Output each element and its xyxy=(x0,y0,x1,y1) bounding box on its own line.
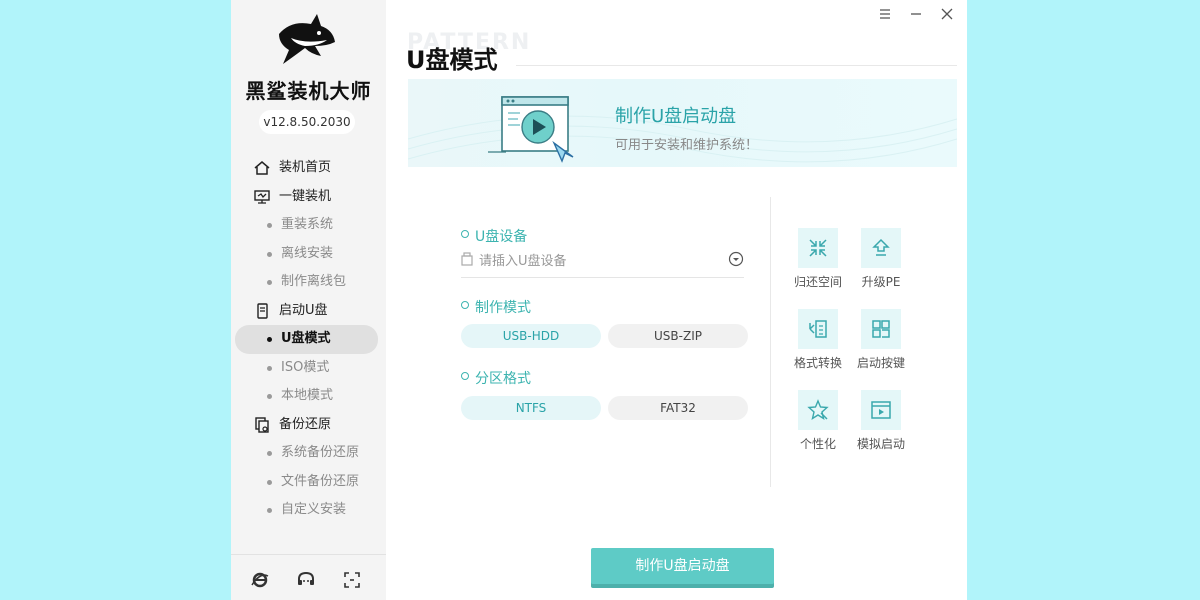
tool-label: 格式转换 xyxy=(793,356,842,370)
minimize-icon[interactable] xyxy=(906,4,926,24)
personalize-icon xyxy=(807,399,829,421)
sidebar-item-reinstall-system[interactable]: 重装系统 xyxy=(231,211,386,240)
chevron-down-icon[interactable] xyxy=(728,251,744,267)
usb-small-icon xyxy=(461,252,473,266)
tool-boot-key[interactable]: 启动按键 xyxy=(845,309,915,379)
sidebar-item-custom-install[interactable]: 自定义安装 xyxy=(231,496,386,525)
sidebar-item-file-backup[interactable]: 文件备份还原 xyxy=(231,468,386,497)
tool-personalize[interactable]: 个性化 xyxy=(782,390,852,460)
sidebar-item-boot-usb[interactable]: 启动U盘 xyxy=(231,297,386,326)
sidebar-item-system-backup[interactable]: 系统备份还原 xyxy=(231,439,386,468)
tool-reclaim-space[interactable]: 归还空间 xyxy=(782,228,852,298)
banner-subtitle: 可用于安装和维护系统！ xyxy=(615,138,759,153)
simulate-boot-icon xyxy=(871,401,891,419)
boot-key-icon xyxy=(872,320,890,338)
page-title: U盘模式 xyxy=(406,46,498,74)
sidebar-item-label: 启动U盘 xyxy=(279,302,328,318)
usb-drive-icon xyxy=(257,302,268,319)
upgrade-arrow-icon xyxy=(872,238,890,256)
tool-simulate-boot[interactable]: 模拟启动 xyxy=(845,390,915,460)
app-window: 黑鲨装机大师 v12.8.50.2030 装机首页 一键装机 重装系统 离线安装… xyxy=(231,0,967,600)
sidebar: 黑鲨装机大师 v12.8.50.2030 装机首页 一键装机 重装系统 离线安装… xyxy=(231,0,386,600)
shark-logo-icon xyxy=(279,14,335,64)
sidebar-item-offline-install[interactable]: 离线安装 xyxy=(231,240,386,269)
sidebar-item-label: 一键装机 xyxy=(279,188,332,204)
backup-icon xyxy=(255,416,269,433)
banner: 制作U盘启动盘 可用于安装和维护系统！ xyxy=(408,79,957,167)
menu-icon[interactable] xyxy=(875,4,895,24)
sidebar-item-label: 装机首页 xyxy=(279,160,332,175)
usb-device-label: U盘设备 xyxy=(461,226,527,246)
brand-name: 黑鲨装机大师 xyxy=(245,79,372,103)
banner-title: 制作U盘启动盘 xyxy=(615,106,737,127)
tool-upgrade-pe[interactable]: 升级PE xyxy=(845,228,915,298)
fullscreen-icon[interactable] xyxy=(342,570,362,590)
tools-divider xyxy=(770,197,771,487)
tool-label: 启动按键 xyxy=(856,356,905,370)
sidebar-item-iso-mode[interactable]: ISO模式 xyxy=(231,354,386,383)
sidebar-item-local-mode[interactable]: 本地模式 xyxy=(231,382,386,411)
tool-format-convert[interactable]: 格式转换 xyxy=(782,309,852,379)
sidebar-footer xyxy=(231,568,386,592)
tool-label: 个性化 xyxy=(799,437,836,451)
tool-label: 模拟启动 xyxy=(856,437,905,451)
window-controls xyxy=(869,4,957,24)
sidebar-item-backup-restore[interactable]: 备份还原 xyxy=(231,411,386,440)
partition-fat32-button[interactable]: FAT32 xyxy=(608,396,748,420)
sidebar-item-usb-mode[interactable]: U盘模式 xyxy=(235,325,378,354)
mode-usb-zip-button[interactable]: USB-ZIP xyxy=(608,324,748,348)
sidebar-nav: 装机首页 一键装机 重装系统 离线安装 制作离线包 启动U盘 U盘模式 ISO模… xyxy=(231,154,386,525)
make-mode-label: 制作模式 xyxy=(461,297,531,317)
format-convert-icon xyxy=(809,320,827,338)
version-badge: v12.8.50.2030 xyxy=(259,110,355,134)
customer-service-icon[interactable] xyxy=(296,570,316,590)
sidebar-item-home[interactable]: 装机首页 xyxy=(231,154,386,183)
partition-format-label: 分区格式 xyxy=(461,368,531,388)
home-icon xyxy=(254,161,270,175)
monitor-icon xyxy=(254,189,270,204)
video-player-icon xyxy=(488,96,574,163)
tool-label: 归还空间 xyxy=(793,275,842,289)
close-icon[interactable] xyxy=(937,4,957,24)
usb-device-select[interactable]: 请插入U盘设备 xyxy=(461,248,744,278)
sidebar-item-label: 备份还原 xyxy=(279,416,332,432)
sidebar-item-one-click-install[interactable]: 一键装机 xyxy=(231,183,386,212)
sidebar-divider xyxy=(231,554,386,555)
tool-label: 升级PE xyxy=(861,275,901,289)
partition-ntfs-button[interactable]: NTFS xyxy=(461,396,601,420)
mode-usb-hdd-button[interactable]: USB-HDD xyxy=(461,324,601,348)
usb-device-placeholder: 请插入U盘设备 xyxy=(479,254,567,269)
make-usb-boot-button[interactable]: 制作U盘启动盘 xyxy=(591,548,774,584)
shrink-arrows-icon xyxy=(809,239,827,257)
sidebar-item-make-offline-package[interactable]: 制作离线包 xyxy=(231,268,386,297)
title-divider xyxy=(516,65,957,66)
browser-icon[interactable] xyxy=(250,570,270,590)
